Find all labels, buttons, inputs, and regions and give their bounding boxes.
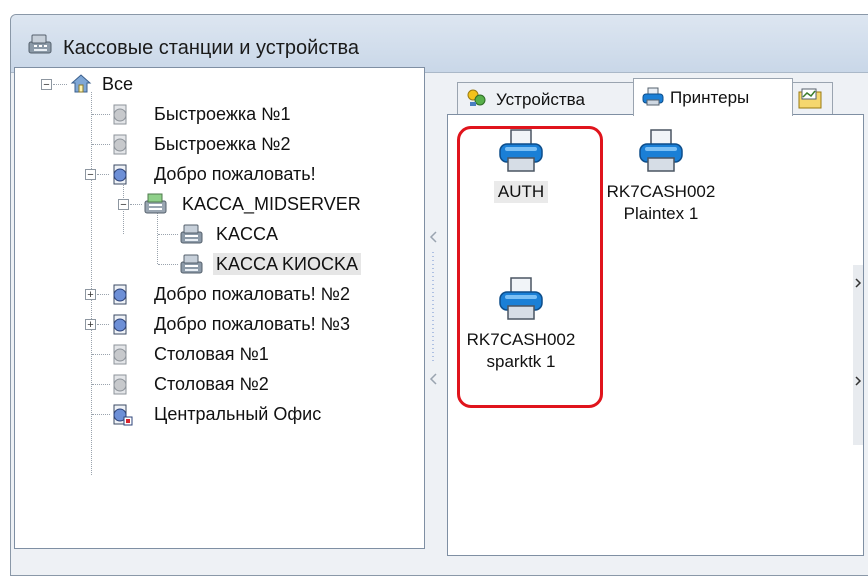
tree-label: Центральный Офис [154, 404, 322, 424]
station-offline-icon [113, 374, 127, 395]
tree-label: Добро пожаловать! №3 [154, 314, 350, 334]
printer-name: RK7CASH002 [606, 182, 716, 201]
station-offline-icon [113, 104, 127, 125]
tab-devices[interactable]: Устройства [457, 82, 635, 115]
cash-register-icon [180, 254, 203, 274]
red-highlight-box [457, 126, 603, 408]
tree-label: Столовая №1 [154, 344, 269, 364]
cash-register-icon [180, 224, 203, 244]
tree-label: Добро пожаловать! [154, 164, 316, 184]
expand-toggle[interactable]: + [85, 289, 96, 301]
station-online-icon [113, 164, 127, 185]
printer-icon [639, 129, 683, 172]
scroll-strip[interactable] [853, 265, 863, 445]
window-title: Кассовые станции и устройства [63, 37, 360, 59]
tree-label: Столовая №2 [154, 374, 269, 394]
arrow-icon [855, 278, 862, 386]
tree-label: KACCA_MIDSERVER [182, 194, 361, 214]
tree-label: KACCA [216, 224, 279, 244]
tree-label: KACCA KИOCKA [213, 253, 361, 275]
station-offline-icon [113, 134, 127, 155]
tree-item-server[interactable]: − KACCA_MIDSERVER [15, 192, 415, 216]
tree-item-station[interactable]: Быстроежка №2 [15, 132, 415, 156]
station-offline-icon [113, 344, 127, 365]
tree-item-station[interactable]: + Добро пожаловать! №2 [15, 282, 415, 306]
tab-label: Устройства [496, 90, 585, 109]
station-online-icon [113, 284, 127, 305]
tab-more[interactable] [791, 82, 833, 115]
printer-driver: Plaintex 1 [623, 204, 699, 223]
title-bar: Кассовые станции и устройства [11, 15, 868, 73]
printer-item[interactable]: RK7CASH002 Plaintex 1 [606, 127, 716, 225]
collapse-toggle[interactable]: − [41, 79, 52, 91]
station-online-icon [113, 314, 127, 335]
splitter-handle[interactable] [428, 228, 438, 388]
expand-toggle[interactable]: + [85, 319, 96, 331]
tree-item-station[interactable]: Быстроежка №1 [15, 102, 415, 126]
tree-label: Быстроежка №2 [154, 134, 291, 154]
tree-item-all[interactable]: − Все [15, 72, 415, 96]
tree-item-register[interactable]: KACCA [15, 222, 415, 246]
tree-item-station[interactable]: Столовая №1 [15, 342, 415, 366]
tree-item-register-selected[interactable]: KACCA KИOCKA [15, 252, 415, 276]
tree-item-station[interactable]: + Добро пожаловать! №3 [15, 312, 415, 336]
tab-label: Принтеры [670, 88, 750, 107]
collapse-toggle[interactable]: − [118, 199, 129, 211]
tab-bar: Устройства Принтеры [443, 78, 868, 116]
printer-icon [642, 87, 664, 106]
home-icon [70, 74, 92, 93]
tree-label: Быстроежка №1 [154, 104, 291, 124]
tree-item-office[interactable]: Центральный Офис [15, 402, 415, 426]
tab-printers[interactable]: Принтеры [633, 78, 793, 116]
station-office-icon [113, 404, 133, 426]
collapse-toggle[interactable]: − [85, 169, 96, 181]
tree-item-station[interactable]: − Добро пожаловать! [15, 162, 415, 186]
folder-chart-icon [798, 88, 822, 109]
tree-label: Все [102, 74, 134, 94]
tree-item-station[interactable]: Столовая №2 [15, 372, 415, 396]
tree-label: Добро пожаловать! №2 [154, 284, 350, 304]
cash-register-icon [28, 34, 52, 54]
cash-register-icon [144, 193, 167, 214]
station-tree[interactable]: − Все Быстроежка №1 Быстроежка №2 − Добр… [14, 67, 425, 549]
devices-icon [467, 89, 486, 106]
